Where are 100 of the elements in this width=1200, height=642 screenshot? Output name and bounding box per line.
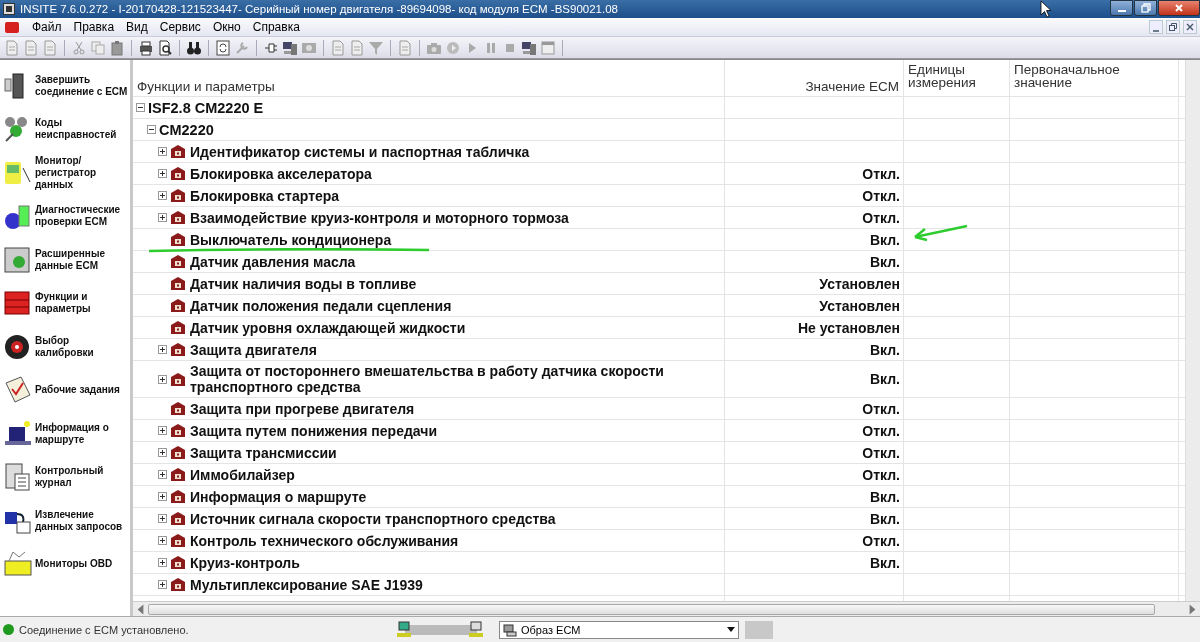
- ecm-value: Откл.: [862, 165, 900, 182]
- vertical-scrollbar[interactable]: [1185, 60, 1200, 601]
- tree-item[interactable]: Датчик положения педали сцепления: [190, 295, 452, 316]
- ecm-value: Откл.: [862, 187, 900, 204]
- tree-item[interactable]: Защита путем понижения передачи: [190, 420, 437, 441]
- expand-icon[interactable]: [158, 147, 167, 156]
- briefcase-icon: [170, 401, 186, 416]
- sidebar-item[interactable]: Расширенные данные ECM: [0, 238, 130, 282]
- ecm-value: Откл.: [862, 422, 900, 439]
- briefcase-icon: [170, 166, 186, 181]
- sidebar-item[interactable]: Извлечение данных запросов: [0, 499, 130, 543]
- horizontal-scrollbar[interactable]: [133, 601, 1200, 616]
- sidebar-item[interactable]: Информация о маршруте: [0, 412, 130, 456]
- tree-item[interactable]: Датчик уровня охлаждающей жидкости: [190, 317, 466, 338]
- briefcase-icon: [170, 577, 186, 592]
- tree-item[interactable]: Датчик наличия воды в топливе: [190, 273, 417, 294]
- menu-item[interactable]: Файл: [26, 20, 68, 34]
- ecm-value: Вкл.: [869, 253, 900, 270]
- sidebar-label: Информация о маршруте: [35, 421, 110, 446]
- tree-item[interactable]: Защита трансмиссии: [190, 442, 337, 463]
- tree-item[interactable]: Выключатель кондиционера: [190, 229, 392, 250]
- ecm-value: Вкл.: [869, 510, 900, 527]
- briefcase-icon: [170, 445, 186, 460]
- minimize-button[interactable]: [1110, 0, 1133, 16]
- tree-item[interactable]: Датчик давления масла: [190, 251, 356, 272]
- sidebar-label: Диагностические проверки ECM: [35, 204, 122, 229]
- menu-item[interactable]: Вид: [120, 20, 154, 34]
- expand-icon[interactable]: [158, 213, 167, 222]
- expand-icon[interactable]: [158, 470, 167, 479]
- sidebar-item[interactable]: Выбор калибровки: [0, 325, 130, 369]
- tree-item[interactable]: Контроль технического обслуживания: [190, 530, 459, 551]
- sidebar-item[interactable]: Функции и параметры: [0, 281, 130, 325]
- ecm-value: Откл.: [862, 400, 900, 417]
- close-button[interactable]: [1158, 0, 1200, 16]
- tree-item[interactable]: Блокировка стартера: [190, 185, 340, 206]
- ecm-value: Откл.: [862, 466, 900, 483]
- sidebar-item[interactable]: Контрольный журнал: [0, 455, 130, 499]
- sidebar-item[interactable]: Завершить соединение с ECM: [0, 64, 130, 108]
- source-dropdown[interactable]: Образ ECM: [499, 620, 739, 639]
- expand-icon[interactable]: [158, 345, 167, 354]
- computer-icon[interactable]: [521, 39, 537, 56]
- expand-icon[interactable]: [158, 558, 167, 567]
- briefcase-icon: [170, 555, 186, 570]
- tree-item[interactable]: ISF2.8 CM2220 E: [148, 97, 264, 118]
- close-icon: [1174, 3, 1184, 13]
- tree-item[interactable]: Мультиплексирование SAE J1939: [190, 574, 423, 595]
- sidebar-label: Выбор калибровки: [35, 334, 95, 359]
- magnifier-icon[interactable]: [157, 39, 173, 56]
- tree-item[interactable]: Иммобилайзер: [190, 464, 295, 485]
- sidebar-item[interactable]: Рабочие задания: [0, 368, 130, 412]
- tree-item[interactable]: CM2220: [159, 119, 214, 140]
- binoculars-icon[interactable]: [186, 39, 202, 56]
- briefcase-icon: [170, 489, 186, 504]
- ecm-value: Вкл.: [869, 554, 900, 571]
- expand-icon[interactable]: [158, 492, 167, 501]
- minimize-icon: [1116, 9, 1127, 12]
- expand-icon[interactable]: [158, 426, 167, 435]
- ecm-value: Установлен: [819, 297, 900, 314]
- sidebar-item[interactable]: Мониторы OBD: [0, 542, 130, 586]
- expand-icon[interactable]: [158, 536, 167, 545]
- tree-item[interactable]: Идентификатор системы и паспортная табличка: [190, 141, 530, 162]
- ecm-value: Вкл.: [869, 488, 900, 505]
- menu-item[interactable]: Окно: [206, 20, 247, 34]
- tree-item[interactable]: Информация о маршруте: [190, 486, 367, 507]
- tree-item[interactable]: Блокировка акселератора: [190, 163, 372, 184]
- tree-item[interactable]: Источник сигнала скорости транспортного средства: [190, 508, 556, 529]
- briefcase-icon: [170, 320, 186, 335]
- sidebar-item[interactable]: Коды неисправностей: [0, 107, 130, 151]
- tree-item[interactable]: Круиз-контроль: [190, 552, 300, 573]
- clipboard-icon[interactable]: [109, 39, 125, 56]
- column-header: Единицы измерения: [908, 63, 977, 92]
- ecm-value: Откл.: [862, 209, 900, 226]
- expand-icon[interactable]: [158, 514, 167, 523]
- printer-icon[interactable]: [138, 39, 154, 56]
- briefcase-icon: [170, 342, 186, 357]
- tree-item[interactable]: Защита от постороннего вмешательства в работу датчика скорости транспортного средства: [190, 361, 690, 397]
- menu-item[interactable]: Справка: [246, 20, 306, 34]
- expand-icon[interactable]: [158, 169, 167, 178]
- briefcase-icon: [170, 533, 186, 548]
- menu-item[interactable]: Сервис: [153, 20, 207, 34]
- briefcase-icon: [170, 276, 186, 291]
- tree-item[interactable]: Защита двигателя: [190, 339, 317, 360]
- restore-button[interactable]: [1134, 0, 1157, 16]
- expand-icon[interactable]: [158, 448, 167, 457]
- briefcase-icon: [170, 188, 186, 203]
- collapse-icon[interactable]: [136, 103, 145, 112]
- column-header: Первоначальное значение: [1014, 63, 1121, 92]
- expand-icon[interactable]: [158, 580, 167, 589]
- menu-item[interactable]: Правка: [67, 20, 121, 34]
- expand-icon[interactable]: [158, 191, 167, 200]
- sidebar-label: Расширенные данные ECM: [35, 247, 106, 272]
- sidebar-item[interactable]: Монитор/регистратор данных: [0, 151, 130, 195]
- tree-item[interactable]: Взаимодействие круиз-контроля и моторного тормоза: [190, 207, 569, 228]
- sidebar-item[interactable]: Диагностические проверки ECM: [0, 194, 130, 238]
- column-header: Функции и параметры: [137, 80, 275, 93]
- collapse-icon[interactable]: [147, 125, 156, 134]
- computer-icon[interactable]: [282, 39, 298, 56]
- expand-icon[interactable]: [158, 374, 167, 384]
- refresh-icon[interactable]: [215, 39, 231, 56]
- tree-item[interactable]: Защита при прогреве двигателя: [190, 398, 415, 419]
